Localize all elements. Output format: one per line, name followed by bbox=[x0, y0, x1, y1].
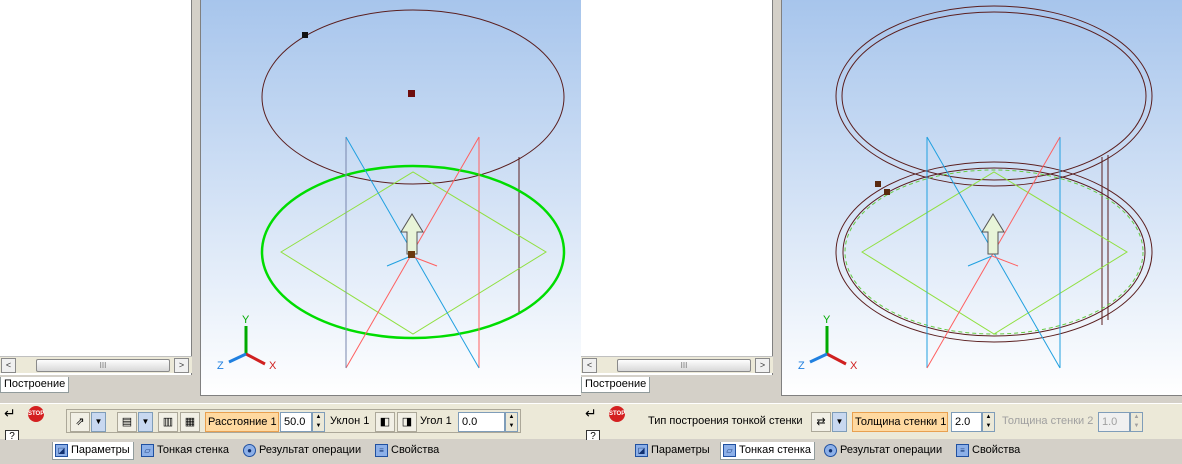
thickness2-label: Толщина стенки 2 bbox=[1002, 415, 1094, 427]
axis-x-label: X bbox=[269, 360, 277, 372]
dropdown-icon[interactable]: ▼ bbox=[91, 412, 106, 432]
slope-out-icon[interactable]: ◨ bbox=[397, 412, 417, 432]
direction-arrow bbox=[981, 213, 1005, 255]
model-tree[interactable] bbox=[581, 0, 773, 375]
tab-properties[interactable]: ≡ Свойства bbox=[373, 442, 442, 460]
params-bar: ⇗ ▼ ▤ ▼ ▥ ▦ Расстояние 1 50.0 ▲ ▼ Уклон 1… bbox=[66, 409, 521, 433]
enter-icon[interactable]: ↵ bbox=[4, 406, 16, 420]
axis-y-label: Y bbox=[242, 314, 250, 326]
copy-icon[interactable]: ▥ bbox=[158, 412, 178, 432]
handle-point bbox=[302, 32, 308, 38]
tab-build[interactable]: Построение bbox=[0, 377, 70, 393]
scroll-thumb[interactable]: III bbox=[617, 359, 751, 372]
scroll-left-button[interactable]: < bbox=[1, 358, 16, 373]
distance-label: Расстояние 1 bbox=[205, 412, 279, 432]
thickness2-spinner: ▲ ▼ bbox=[1130, 412, 1143, 432]
dropdown-icon[interactable]: ▼ bbox=[138, 412, 153, 432]
tab-build[interactable]: Построение bbox=[581, 377, 651, 393]
direction-arrow bbox=[400, 213, 424, 255]
center-point bbox=[408, 90, 415, 97]
scroll-left-button[interactable]: < bbox=[582, 358, 597, 373]
result-icon: ● bbox=[824, 444, 837, 457]
scene-svg: Y X Z bbox=[217, 9, 566, 372]
thickness1-field[interactable]: 2.0 bbox=[951, 412, 982, 432]
properties-icon: ≡ bbox=[956, 444, 969, 457]
thickness1-label: Толщина стенки 1 bbox=[852, 412, 948, 432]
tree-tab-row: Построение bbox=[581, 375, 781, 395]
panel-right: < III > Построение Y X Z ↵ STOP ? Тип по… bbox=[581, 0, 1182, 464]
scroll-thumb[interactable]: III bbox=[36, 359, 170, 372]
enter-icon[interactable]: ↵ bbox=[585, 406, 597, 420]
tab-parameters[interactable]: ◪ Параметры bbox=[633, 442, 713, 460]
thin-wall-icon: ▱ bbox=[723, 444, 736, 457]
paste-icon[interactable]: ▦ bbox=[180, 412, 200, 432]
slope-label[interactable]: Уклон 1 bbox=[330, 412, 369, 432]
extrude-type-icon[interactable]: ▤ bbox=[117, 412, 137, 432]
axis-y-label: Y bbox=[823, 314, 831, 326]
axis-z-label: Z bbox=[217, 360, 224, 372]
tab-thin-wall[interactable]: ▱ Тонкая стенка bbox=[139, 442, 232, 460]
angle-label: Угол 1 bbox=[420, 415, 452, 427]
properties-icon: ≡ bbox=[375, 444, 388, 457]
stop-icon[interactable]: STOP bbox=[28, 406, 44, 422]
tab-result[interactable]: ● Результат операции bbox=[822, 442, 945, 460]
tree-hscroll[interactable]: < III > bbox=[581, 356, 773, 373]
scroll-right-button[interactable]: > bbox=[755, 358, 770, 373]
direction-icon[interactable]: ⇗ bbox=[70, 412, 90, 432]
axis-x-label: X bbox=[850, 360, 858, 372]
tab-thin-wall[interactable]: ▱ Тонкая стенка bbox=[720, 442, 816, 460]
thin-wall-type-label: Тип построения тонкой стенки bbox=[648, 415, 803, 427]
params-bar: Тип построения тонкой стенки ⇄ ▼ Толщина… bbox=[642, 409, 1152, 433]
cube-icon: ◪ bbox=[635, 444, 648, 457]
viewport-3d[interactable]: Y X Z bbox=[200, 0, 581, 396]
tree-tab-row: Построение bbox=[0, 375, 200, 395]
tab-parameters[interactable]: ◪ Параметры bbox=[52, 442, 134, 460]
panel-left: < III > Построение Y X Z ↵ STOP ? ⇗ ▼ ▤ … bbox=[0, 0, 581, 464]
tab-properties[interactable]: ≡ Свойства bbox=[954, 442, 1023, 460]
thin-wall-icon: ▱ bbox=[141, 444, 154, 457]
scroll-right-button[interactable]: > bbox=[174, 358, 189, 373]
cube-icon: ◪ bbox=[55, 444, 68, 457]
bottom-tabs: ◪ Параметры ▱ Тонкая стенка ● Результат опе… bbox=[581, 440, 1182, 464]
stop-icon[interactable]: STOP bbox=[609, 406, 625, 422]
scene-svg: Y X Z bbox=[798, 5, 1153, 372]
viewport-3d[interactable]: Y X Z bbox=[781, 0, 1182, 396]
angle-field[interactable]: 0.0 bbox=[458, 412, 505, 432]
thickness2-field: 1.0 bbox=[1098, 412, 1130, 432]
thin-wall-type-icon[interactable]: ⇄ bbox=[811, 412, 831, 432]
dropdown-icon[interactable]: ▼ bbox=[832, 412, 847, 432]
result-icon: ● bbox=[243, 444, 256, 457]
thickness1-spinner[interactable]: ▲ ▼ bbox=[982, 412, 995, 432]
bottom-tabs: ◪ Параметры ▱ Тонкая стенка ● Результат опе… bbox=[0, 440, 581, 464]
tab-result[interactable]: ● Результат операции bbox=[241, 442, 364, 460]
model-tree[interactable] bbox=[0, 0, 192, 375]
top-outer-ellipse bbox=[835, 5, 1153, 187]
axis-z-label: Z bbox=[798, 360, 805, 372]
tree-hscroll[interactable]: < III > bbox=[0, 356, 192, 373]
slope-in-icon[interactable]: ◧ bbox=[375, 412, 395, 432]
distance-spinner[interactable]: ▲ ▼ bbox=[312, 412, 325, 432]
top-inner-ellipse bbox=[841, 11, 1147, 181]
angle-spinner[interactable]: ▲ ▼ bbox=[505, 412, 518, 432]
distance-field[interactable]: 50.0 bbox=[280, 412, 312, 432]
